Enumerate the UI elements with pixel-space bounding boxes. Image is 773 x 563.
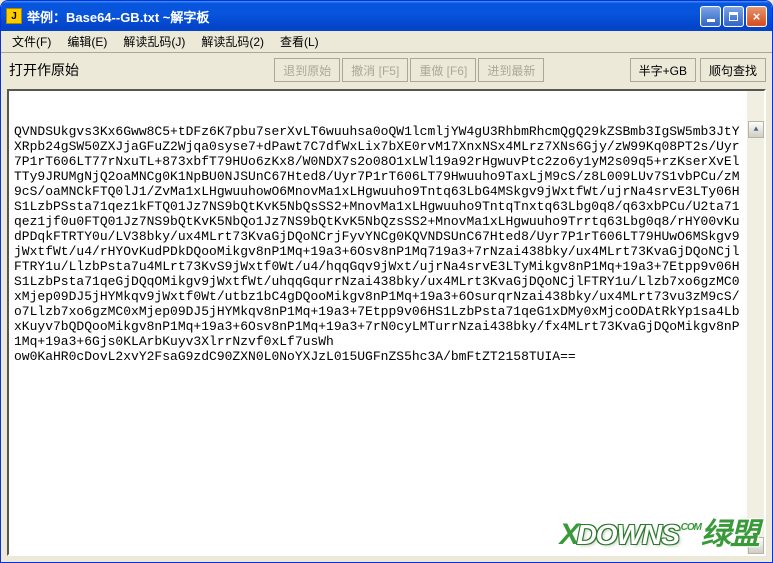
back-button[interactable]: 退到原始: [274, 58, 340, 82]
menu-decode2[interactable]: 解读乱码(2): [193, 31, 272, 52]
menu-edit[interactable]: 编辑(E): [59, 31, 115, 52]
mode-button[interactable]: 半字+GB: [630, 58, 696, 82]
redo-button[interactable]: 重做 [F6]: [410, 58, 476, 82]
window-controls: ×: [700, 6, 767, 27]
window-title: 举例：Base64--GB.txt ~解字板: [27, 7, 700, 26]
maximize-button[interactable]: [723, 6, 744, 27]
app-icon: J: [6, 8, 22, 24]
open-original-label: 打开作原始: [7, 60, 79, 80]
search-button[interactable]: 顺句查找: [700, 58, 766, 82]
scroll-up-icon[interactable]: ▲: [748, 121, 764, 138]
minimize-button[interactable]: [700, 6, 721, 27]
menu-view[interactable]: 查看(L): [272, 31, 327, 52]
titlebar[interactable]: J 举例：Base64--GB.txt ~解字板 ×: [1, 1, 772, 31]
toolbar: 打开作原始 退到原始 撤消 [F5] 重做 [F6] 进到最新 半字+GB 顺句…: [1, 53, 772, 87]
scrollbar-vertical[interactable]: ▲ ▼: [747, 91, 764, 554]
undo-button[interactable]: 撤消 [F5]: [342, 58, 408, 82]
menu-decode1[interactable]: 解读乱码(J): [115, 31, 193, 52]
text-editor[interactable]: QVNDSUkgvs3Kx6Gww8C5+tDFz6K7pbu7serXvLT6…: [7, 89, 766, 556]
close-button[interactable]: ×: [746, 6, 767, 27]
text-content[interactable]: QVNDSUkgvs3Kx6Gww8C5+tDFz6K7pbu7serXvLT6…: [14, 124, 759, 364]
menubar: 文件(F) 编辑(E) 解读乱码(J) 解读乱码(2) 查看(L): [1, 31, 772, 53]
menu-file[interactable]: 文件(F): [4, 31, 59, 52]
scroll-down-icon[interactable]: ▼: [748, 537, 764, 554]
window: J 举例：Base64--GB.txt ~解字板 × 文件(F) 编辑(E) 解…: [0, 0, 773, 563]
forward-button[interactable]: 进到最新: [478, 58, 544, 82]
